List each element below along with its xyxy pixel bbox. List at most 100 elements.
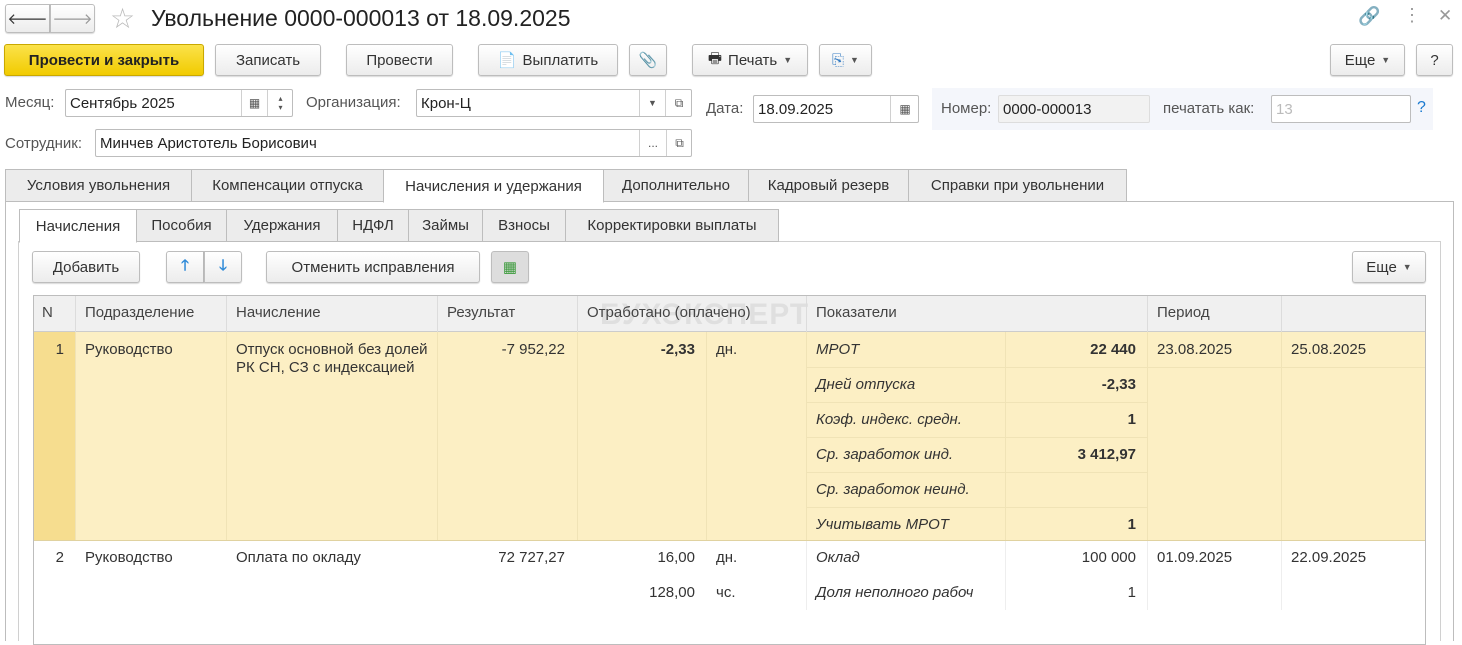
link-icon[interactable]: 🔗 (1358, 6, 1380, 27)
column-header-1[interactable]: Подразделение (85, 304, 194, 321)
print-as-field[interactable]: 13 (1271, 95, 1411, 123)
favorite-star-icon[interactable]: ☆ (110, 2, 135, 35)
cell-divider (226, 332, 227, 540)
save-button[interactable]: Записать (215, 44, 321, 76)
tab-1[interactable]: Компенсации отпуска (191, 169, 384, 202)
date-field[interactable]: 18.09.2025 ▦ (753, 95, 919, 123)
subtab-0[interactable]: Начисления (19, 209, 137, 243)
subtab-1[interactable]: Пособия (136, 209, 227, 242)
cell-divider (1005, 332, 1006, 540)
dropdown-icon[interactable]: ▼ (639, 90, 665, 116)
indicator-value[interactable]: 3 412,97 (1005, 446, 1136, 463)
month-spinner[interactable]: ▴ ▾ (267, 90, 293, 116)
row-number: 2 (55, 549, 64, 566)
column-header-3[interactable]: Результат (447, 304, 515, 321)
open-icon[interactable]: ⧉ (665, 90, 692, 116)
create-based-button[interactable]: ⎘ ▼ (819, 44, 872, 76)
pay-button[interactable]: 📄 Выплатить (478, 44, 618, 76)
period-from[interactable]: 23.08.2025 (1157, 341, 1232, 358)
tab-3[interactable]: Дополнительно (603, 169, 749, 202)
indicator-name: Дней отпуска (816, 376, 916, 393)
worked-value[interactable]: -2,33 (577, 341, 695, 358)
employee-field[interactable]: Минчев Аристотель Борисович ... ⧉ (95, 129, 692, 157)
subtab-6[interactable]: Корректировки выплаты (565, 209, 779, 242)
indicator-value[interactable]: -2,33 (1005, 376, 1136, 393)
open-icon[interactable]: ⧉ (666, 130, 692, 156)
worked-unit: дн. (716, 549, 738, 566)
move-up-button[interactable]: 🡑 (166, 251, 204, 283)
worked-value[interactable]: 16,00 (577, 549, 695, 566)
tab-0[interactable]: Условия увольнения (5, 169, 192, 202)
result-cell[interactable]: -7 952,22 (437, 341, 565, 358)
column-divider (806, 296, 807, 332)
attach-button[interactable]: 📎 (629, 44, 667, 76)
period-to[interactable]: 22.09.2025 (1291, 549, 1366, 566)
print-button[interactable]: 🖶 Печать ▼ (692, 44, 808, 76)
column-divider (577, 296, 578, 332)
tab-4[interactable]: Кадровый резерв (748, 169, 909, 202)
indicator-value[interactable]: 1 (1005, 584, 1136, 601)
printer-icon: 🖶 (707, 49, 723, 67)
number-label: Номер: (941, 100, 992, 117)
print-as-label: печатать как: (1163, 100, 1255, 117)
calendar-icon[interactable]: ▦ (890, 96, 919, 122)
row-divider (34, 540, 1425, 541)
subtab-4[interactable]: Займы (408, 209, 483, 242)
move-down-button[interactable]: 🡓 (204, 251, 242, 283)
cancel-corrections-button[interactable]: Отменить исправления (266, 251, 480, 283)
close-icon[interactable]: ✕ (1438, 6, 1452, 26)
column-header-0[interactable]: N (42, 304, 53, 321)
department-cell[interactable]: Руководство (85, 549, 173, 566)
help-button[interactable]: ? (1416, 44, 1453, 76)
grid-more-button[interactable]: Еще ▼ (1352, 251, 1426, 283)
post-button[interactable]: Провести (346, 44, 453, 76)
cell-divider (577, 332, 578, 540)
period-to[interactable]: 25.08.2025 (1291, 341, 1366, 358)
add-columns-button[interactable]: ▦ (491, 251, 529, 283)
subtab-2[interactable]: Удержания (226, 209, 338, 242)
indicator-value[interactable]: 1 (1005, 411, 1136, 428)
column-divider (437, 296, 438, 332)
indicator-name: Ср. заработок инд. (816, 446, 954, 463)
month-field[interactable]: Сентябрь 2025 ▦ ▴ ▾ (65, 89, 293, 117)
accrual-cell[interactable]: Оплата по окладу (236, 549, 431, 567)
accrual-cell[interactable]: Отпуск основной без долей РК СН, СЗ с ин… (236, 341, 431, 377)
worked-value[interactable]: 128,00 (577, 584, 695, 601)
tab-5[interactable]: Справки при увольнении (908, 169, 1127, 202)
org-label: Организация: (306, 94, 401, 111)
subtab-5[interactable]: Взносы (482, 209, 566, 242)
cell-divider (706, 332, 707, 540)
print-as-help-link[interactable]: ? (1417, 99, 1426, 117)
column-header-2[interactable]: Начисление (236, 304, 321, 321)
subtab-3[interactable]: НДФЛ (337, 209, 409, 242)
cell-divider (1147, 332, 1148, 540)
cell-divider (1281, 332, 1282, 540)
result-cell[interactable]: 72 727,27 (437, 549, 565, 566)
column-header-4[interactable]: Отработано (оплачено) (587, 304, 751, 321)
indicator-divider (806, 437, 1147, 438)
tab-2[interactable]: Начисления и удержания (383, 169, 604, 203)
add-button[interactable]: Добавить (32, 251, 140, 283)
row-number: 1 (55, 341, 64, 358)
indicator-value[interactable]: 100 000 (1005, 549, 1136, 566)
indicator-divider (806, 507, 1147, 508)
indicator-value[interactable]: 1 (1005, 516, 1136, 533)
indicator-divider (806, 367, 1147, 368)
column-header-6[interactable]: Период (1157, 304, 1210, 321)
org-field[interactable]: Крон-Ц ▼ ⧉ (416, 89, 692, 117)
more-button[interactable]: Еще ▼ (1330, 44, 1405, 76)
back-button[interactable]: 🡐 (5, 4, 50, 33)
post-and-close-button[interactable]: Провести и закрыть (4, 44, 204, 76)
column-divider (75, 296, 76, 332)
column-header-5[interactable]: Показатели (816, 304, 897, 321)
number-field[interactable]: 0000-000013 (998, 95, 1150, 123)
more-vert-icon[interactable]: ⋮ (1403, 5, 1421, 26)
select-button[interactable]: ... (639, 130, 666, 156)
calendar-icon[interactable]: ▦ (241, 90, 267, 116)
department-cell[interactable]: Руководство (85, 341, 173, 358)
forward-button[interactable]: 🡒 (50, 4, 95, 33)
period-from[interactable]: 01.09.2025 (1157, 549, 1232, 566)
cell-divider (1281, 540, 1282, 610)
indicator-value[interactable]: 22 440 (1005, 341, 1136, 358)
cell-divider (806, 540, 807, 610)
